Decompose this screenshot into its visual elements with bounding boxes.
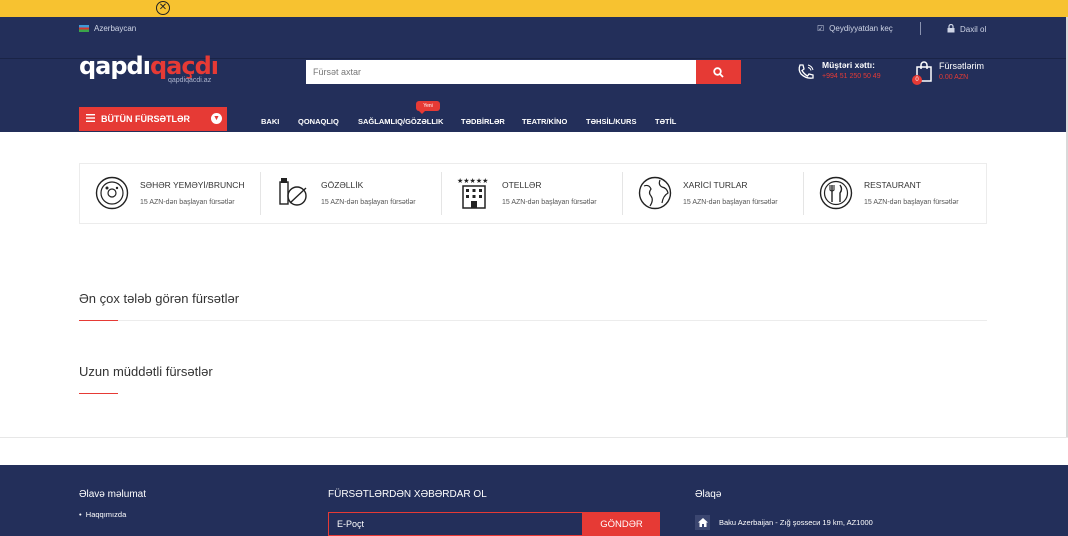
site-logo[interactable]: qapdıqaçdı [79, 52, 219, 80]
category-breakfast[interactable]: SƏHƏR YEMƏYİ/BRUNCH 15 AZN-dən başlayan … [80, 164, 261, 223]
content-divider [0, 437, 1068, 438]
category-title: RESTAURANT [864, 180, 921, 190]
category-title: OTELLƏR [502, 180, 542, 190]
category-subtitle: 15 AZN-dən başlayan fürsətlər [140, 199, 235, 206]
category-subtitle: 15 AZN-dən başlayan fürsətlər [864, 199, 959, 206]
site-header: Azerbaycan ☑ Qeydiyyatdan keç Daxil ol q… [0, 17, 1068, 132]
menu-icon [86, 114, 95, 124]
nav-item-baki[interactable]: BAKI [261, 117, 279, 126]
search-input[interactable]: Fürsət axtar [306, 60, 696, 84]
globe-icon [638, 176, 672, 210]
bullet-icon: • [79, 510, 86, 519]
search-button[interactable] [696, 60, 741, 84]
category-subtitle: 15 AZN-dən başlayan fürsətlər [321, 199, 416, 206]
cart-count-badge: 0 [912, 75, 922, 85]
category-title: GÖZƏLLİK [321, 180, 364, 190]
header-separator [920, 22, 921, 35]
new-badge: Yeni [416, 101, 440, 114]
logo-part-1: qapdı [79, 52, 151, 80]
footer-newsletter-title: FÜRSƏTLƏRDƏN XƏBƏRDAR OL [328, 489, 487, 500]
hotline-title: Müştəri xəttı: [822, 60, 875, 70]
category-subtitle: 15 AZN-dən başlayan fürsətlər [502, 199, 597, 206]
category-subtitle: 15 AZN-dən başlayan fürsətlər [683, 199, 778, 206]
restaurant-icon [819, 176, 853, 210]
search-placeholder: Fürsət axtar [313, 67, 362, 77]
footer-link-about[interactable]: • Haqqımızda [79, 510, 126, 519]
nav-item-tetil[interactable]: TƏTİL [655, 117, 676, 126]
site-footer: Əlavə məlumat • Haqqımızda FÜRSƏTLƏRDƏN … [0, 465, 1068, 536]
email-field[interactable]: E-Poçt [328, 512, 583, 536]
category-strip: SƏHƏR YEMƏYİ/BRUNCH 15 AZN-dən başlayan … [79, 163, 987, 224]
section-title-popular: Ən çox tələb görən fürsətlər [79, 291, 240, 306]
top-notice-bar: ✕ [0, 0, 1068, 17]
azerbaijan-flag-icon [79, 25, 89, 32]
search-icon [713, 66, 724, 78]
phone-icon [798, 64, 814, 79]
nav-item-teatr-kino[interactable]: TEATR/KİNO [522, 117, 567, 126]
cart-sum: 0.00 AZN [939, 74, 969, 81]
footer-address: Baku Azerbaijan - Zığ şosseси 19 km, AZ1… [719, 518, 873, 527]
login-link[interactable]: Daxil ol [947, 23, 987, 35]
cart-title[interactable]: Fürsətlərim [939, 61, 984, 71]
email-placeholder: E-Poçt [337, 519, 365, 529]
home-icon [695, 515, 710, 530]
category-foreign-tours[interactable]: XARİCİ TURLAR 15 AZN-dən başlayan fürsət… [623, 164, 804, 223]
register-link[interactable]: ☑ Qeydiyyatdan keç [817, 24, 893, 33]
send-button[interactable]: GÖNDƏR [583, 512, 660, 536]
section-accent-line [79, 320, 118, 321]
register-label: Qeydiyyatdan keç [829, 24, 893, 33]
cosmetics-icon [279, 178, 307, 206]
all-deals-label: BÜTÜN FÜRSƏTLƏR [101, 114, 191, 124]
language-selector[interactable]: Azerbaycan [79, 24, 136, 33]
breakfast-plate-icon [95, 176, 129, 210]
lock-icon [947, 23, 955, 35]
hotline-number[interactable]: +994 51 250 50 49 [822, 73, 881, 80]
section-title-longterm: Uzun müddətli fürsətlər [79, 364, 213, 379]
svg-text:★★★★★: ★★★★★ [457, 177, 488, 185]
close-icon[interactable]: ✕ [156, 1, 170, 15]
language-label: Azerbaycan [94, 24, 137, 33]
nav-item-tehsil-kurs[interactable]: TƏHSİL/KURS [586, 117, 636, 126]
footer-link-about-label: Haqqımızda [85, 510, 127, 519]
logo-domain: qapdiqacdi.az [168, 77, 212, 84]
category-hotels[interactable]: ★★★★★ OTELLƏR 15 AZN-dən başlayan fürsət… [442, 164, 623, 223]
section-divider [79, 320, 987, 321]
hotel-icon: ★★★★★ [457, 177, 488, 209]
checkbox-icon: ☑ [817, 24, 825, 33]
login-label: Daxil ol [960, 25, 987, 34]
chevron-down-icon: ▼ [211, 113, 222, 124]
category-title: XARİCİ TURLAR [683, 180, 748, 190]
nav-item-tedbirler[interactable]: TƏDBİRLƏR [461, 117, 505, 126]
footer-contact-title: Əlaqə [695, 489, 722, 500]
footer-info-title: Əlavə məlumat [79, 489, 146, 500]
logo-part-2: qaçdı [149, 52, 219, 80]
nav-item-qonaqliq[interactable]: QONAQLIQ [298, 117, 339, 126]
all-deals-button[interactable]: BÜTÜN FÜRSƏTLƏR ▼ [79, 107, 227, 131]
category-restaurant[interactable]: RESTAURANT 15 AZN-dən başlayan fürsətlər [804, 164, 985, 223]
category-beauty[interactable]: GÖZƏLLİK 15 AZN-dən başlayan fürsətlər [261, 164, 442, 223]
section-accent-line [79, 393, 118, 394]
nav-item-saglamliq-gozellik[interactable]: SAĞLAMLIQ/GÖZƏLLIK [358, 117, 443, 126]
category-title: SƏHƏR YEMƏYİ/BRUNCH [140, 180, 245, 190]
